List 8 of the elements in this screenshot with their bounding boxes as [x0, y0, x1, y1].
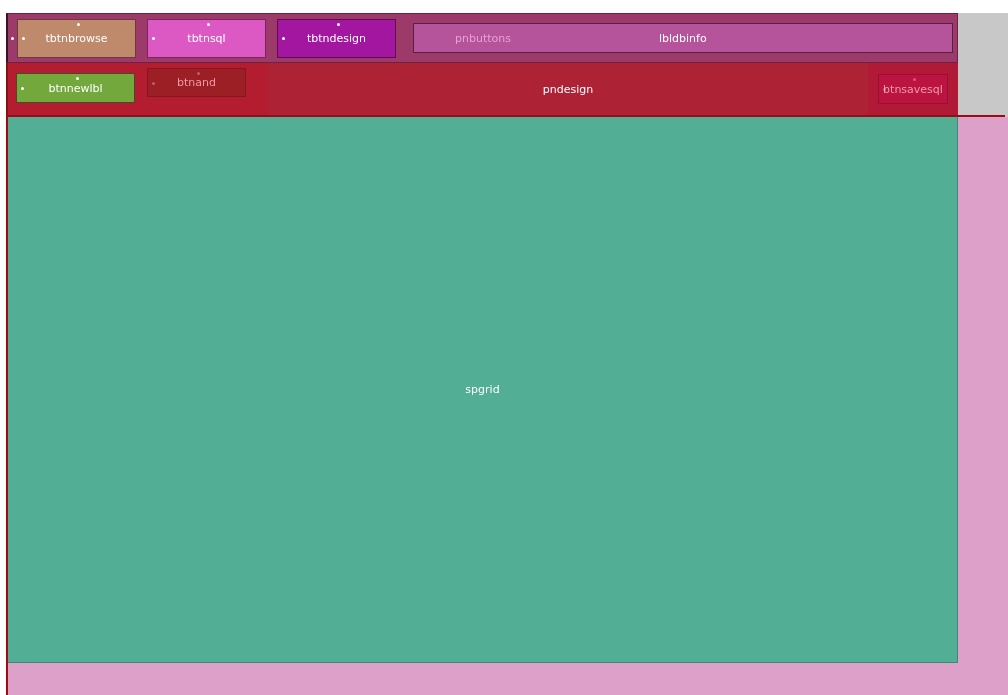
design-button[interactable]: btnnewlbl: [16, 73, 135, 103]
toolbar-button[interactable]: tbtnbrowse: [17, 18, 136, 58]
toolbar-button[interactable]: tbtndesign: [277, 18, 396, 58]
toolbar-button[interactable]: tbtnsql: [147, 18, 266, 58]
panel-label: pndesign: [541, 82, 595, 96]
panel-name-label: pnbuttons: [455, 31, 512, 45]
grid-label: spgrid: [465, 383, 500, 396]
info-label: lbldbinfo: [659, 31, 707, 45]
